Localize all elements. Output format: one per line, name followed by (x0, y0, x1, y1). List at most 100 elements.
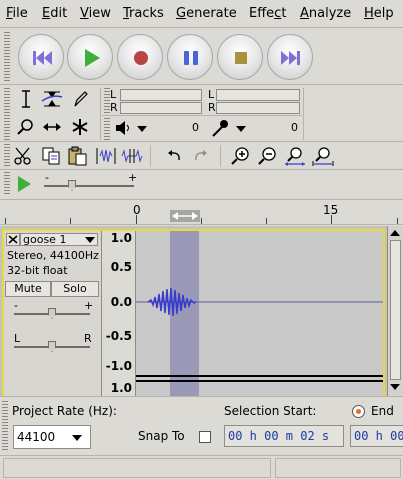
cut-button[interactable] (12, 145, 36, 167)
timeline-ruler[interactable]: 0 15 (0, 199, 403, 225)
project-rate-value: 44100 (17, 430, 56, 444)
ruler-tick (331, 215, 332, 224)
double-arrow-icon (43, 123, 61, 131)
waveform-graphic (136, 287, 383, 382)
waveform-display[interactable] (136, 231, 383, 397)
record-meter-left-label: L (208, 88, 215, 101)
pause-button[interactable] (167, 34, 213, 80)
zoom-in-button[interactable] (229, 145, 253, 167)
selection-range-indicator-icon[interactable] (170, 210, 200, 222)
skip-to-end-button[interactable] (267, 34, 313, 80)
amplitude-ruler: 1.0 0.5 0.0 -0.5 -1.0 1.0 (102, 231, 136, 397)
end-label: End (371, 404, 394, 418)
end-radio-button[interactable] (352, 405, 365, 418)
play-meter-right[interactable] (120, 102, 202, 114)
paste-icon (68, 146, 87, 166)
menu-help[interactable]: Help (364, 6, 394, 21)
pan-slider-thumb[interactable] (48, 341, 56, 352)
zoom-out-button[interactable] (256, 145, 280, 167)
menu-effect[interactable]: Effect (249, 6, 286, 21)
fit-selection-icon (285, 147, 305, 166)
fit-selection-button[interactable] (283, 145, 307, 167)
scroll-up-icon[interactable] (389, 228, 401, 238)
vertical-scrollbar[interactable] (387, 226, 403, 396)
paste-button[interactable] (66, 145, 90, 167)
ruler-tick (5, 218, 6, 224)
speed-slider-thumb[interactable] (68, 180, 76, 191)
toolbar-grip[interactable] (2, 401, 8, 451)
play-meter-left[interactable] (120, 89, 202, 101)
menu-bar: File Edit View Tracks Generate Effect An… (0, 0, 403, 28)
magnifier-icon (17, 119, 33, 135)
scale-label: 1.0 (110, 231, 132, 245)
toolbar-divider (0, 141, 403, 142)
toolbar-grip[interactable] (4, 32, 10, 82)
toolbar-grip[interactable] (4, 88, 10, 140)
stop-icon (235, 52, 247, 64)
play-button[interactable] (67, 34, 113, 80)
play-at-speed-button[interactable] (12, 173, 36, 195)
menu-view[interactable]: View (80, 6, 111, 21)
toolbar-divider (0, 169, 403, 170)
input-volume-value: 0 (291, 121, 298, 134)
copy-button[interactable] (40, 145, 64, 167)
menu-file[interactable]: File (6, 6, 28, 21)
toolbar-divider (102, 115, 302, 116)
snap-to-label: Snap To (138, 429, 185, 443)
scroll-down-icon[interactable] (389, 382, 401, 392)
play-icon (85, 49, 100, 67)
redo-button[interactable] (189, 145, 213, 167)
gain-slider-thumb[interactable] (48, 308, 56, 319)
toolbar-divider (100, 88, 101, 140)
trim-button[interactable] (94, 145, 118, 167)
record-meter-right[interactable] (216, 102, 300, 114)
envelope-tool-button[interactable] (40, 88, 64, 110)
toolbar-grip[interactable] (4, 144, 10, 168)
snap-to-checkbox[interactable] (199, 431, 211, 443)
record-meter-left[interactable] (216, 89, 300, 101)
track-control-panel[interactable]: goose 1 Stereo, 44100Hz 32-bit float Mut… (4, 231, 102, 397)
menu-analyze[interactable]: Analyze (300, 6, 351, 21)
menu-edit[interactable]: Edit (42, 6, 67, 21)
undo-button[interactable] (162, 145, 186, 167)
selection-start-time[interactable]: 00 h 00 m 02 s (224, 425, 344, 447)
track-format-line1: Stereo, 44100Hz (7, 249, 99, 262)
silence-button[interactable] (120, 145, 144, 167)
selection-end-time[interactable]: 00 h 00 m (350, 425, 403, 447)
mute-button[interactable]: Mute (5, 281, 51, 297)
toolbar-grip[interactable] (4, 172, 10, 196)
close-icon[interactable] (6, 233, 20, 246)
speed-slider-track[interactable] (44, 185, 134, 187)
fit-project-icon (312, 147, 334, 166)
record-meter-right-label: R (208, 101, 216, 114)
output-volume-value: 0 (192, 121, 199, 134)
gain-min-label: - (14, 299, 18, 312)
scrollbar-thumb[interactable] (390, 240, 401, 380)
stop-button[interactable] (217, 34, 263, 80)
record-icon (134, 51, 148, 65)
output-device-dropdown[interactable] (137, 126, 147, 132)
multi-tool-button[interactable] (68, 116, 92, 138)
skip-to-start-button[interactable] (18, 34, 64, 80)
zoom-tool-button[interactable] (14, 116, 38, 138)
timeshift-tool-button[interactable] (40, 116, 64, 138)
solo-button[interactable]: Solo (51, 281, 99, 297)
status-bar (0, 455, 403, 479)
menu-tracks[interactable]: Tracks (123, 6, 164, 21)
selection-tool-button[interactable] (14, 88, 38, 110)
draw-tool-button[interactable] (68, 88, 92, 110)
zoom-in-icon (231, 147, 249, 165)
silence-audio-icon (121, 149, 143, 163)
fit-project-button[interactable] (311, 145, 335, 167)
record-button[interactable] (117, 34, 163, 80)
play-meter-right-label: R (110, 101, 118, 114)
project-rate-combo[interactable]: 44100 (13, 425, 91, 449)
menu-generate[interactable]: Generate (176, 6, 237, 21)
scale-label: 1.0 (110, 381, 132, 395)
pause-icon (184, 51, 198, 65)
undo-icon (168, 150, 180, 161)
track-name-menu[interactable]: goose 1 (20, 233, 98, 246)
toolbar-grip[interactable] (104, 118, 110, 140)
status-rate (275, 458, 401, 478)
input-device-dropdown[interactable] (236, 126, 246, 132)
